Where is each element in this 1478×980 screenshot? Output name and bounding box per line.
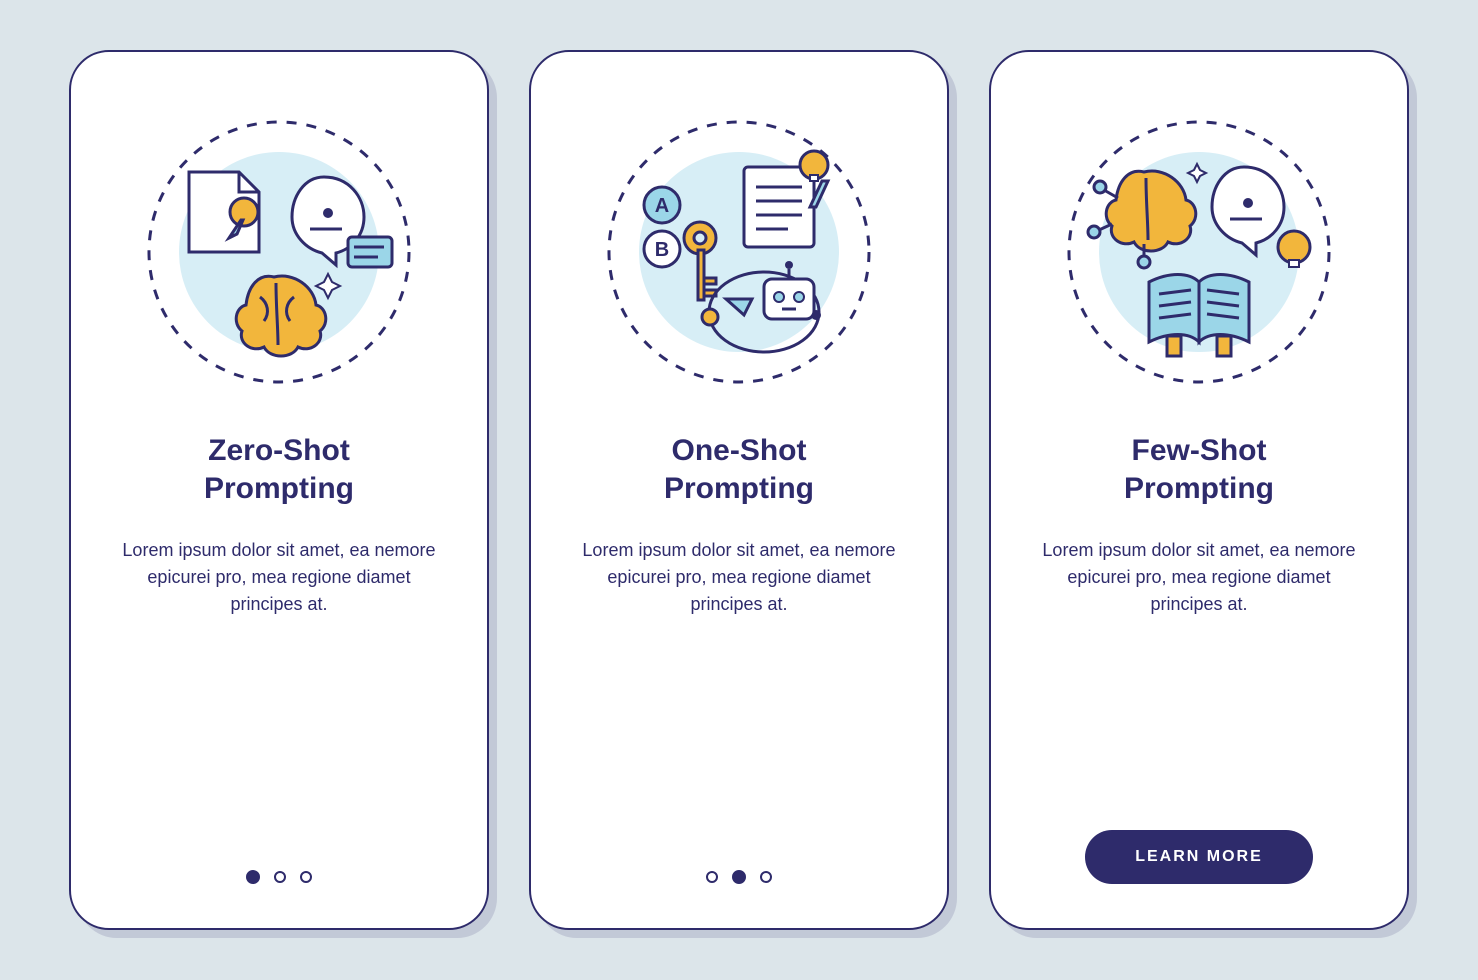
pager-dots[interactable] xyxy=(706,870,772,884)
card-description: Lorem ipsum dolor sit amet, ea nemore ep… xyxy=(1039,537,1359,618)
onboarding-card-zero-shot: Zero-Shot Prompting Lorem ipsum dolor si… xyxy=(69,50,489,930)
onboarding-card-few-shot: Few-Shot Prompting Lorem ipsum dolor sit… xyxy=(989,50,1409,930)
pager-dot-1[interactable] xyxy=(706,871,718,883)
card-title: Zero-Shot Prompting xyxy=(204,432,354,507)
pager-dot-3[interactable] xyxy=(300,871,312,883)
svg-text:B: B xyxy=(655,239,669,261)
card-description: Lorem ipsum dolor sit amet, ea nemore ep… xyxy=(119,537,439,618)
pager-dot-2[interactable] xyxy=(732,870,746,884)
pager-dots[interactable] xyxy=(246,870,312,884)
svg-text:A: A xyxy=(655,195,669,217)
card-title: Few-Shot Prompting xyxy=(1124,432,1274,507)
zero-shot-illustration xyxy=(129,102,429,402)
one-shot-illustration: A B xyxy=(589,102,889,402)
learn-more-button[interactable]: LEARN MORE xyxy=(1085,830,1313,884)
brain-icon xyxy=(236,274,340,356)
pager-dot-2[interactable] xyxy=(274,871,286,883)
document-icon xyxy=(189,172,259,252)
onboarding-card-one-shot: A B xyxy=(529,50,949,930)
few-shot-illustration xyxy=(1049,102,1349,402)
pager-dot-1[interactable] xyxy=(246,870,260,884)
card-description: Lorem ipsum dolor sit amet, ea nemore ep… xyxy=(579,537,899,618)
card-title: One-Shot Prompting xyxy=(664,432,814,507)
pager-dot-3[interactable] xyxy=(760,871,772,883)
